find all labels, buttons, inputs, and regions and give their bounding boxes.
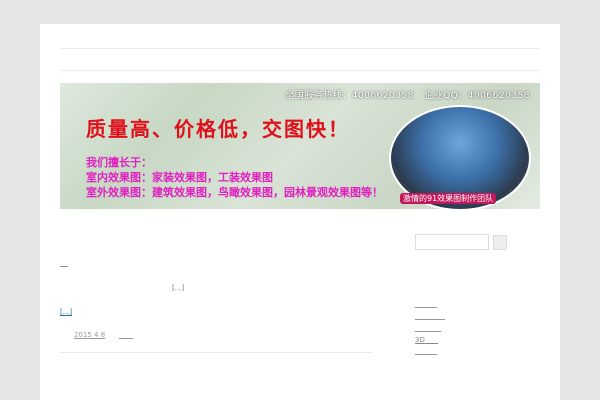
services: 我们擅长于： 室内效果图：家装效果图，工装效果图 室外效果图：建筑效果图，鸟瞰效果图…	[86, 156, 383, 199]
post-divider	[60, 352, 372, 353]
post-date[interactable]: 2015 4 8	[74, 331, 105, 339]
header-banner[interactable]: 全国服务热线：4006620358 企业QQ：4006620358 质量高、价格…	[60, 83, 540, 209]
excerpt-more: [...]	[172, 284, 185, 292]
slogan: 质量高、价格低，交图快！	[86, 117, 350, 141]
divider	[60, 70, 540, 71]
sidebar-link[interactable]	[415, 319, 445, 320]
hotline: 全国服务热线：4006620358 企业QQ：4006620358	[285, 91, 530, 101]
sidebar-link[interactable]	[415, 354, 437, 355]
post-title-link[interactable]	[60, 266, 68, 267]
read-more-link[interactable]: [...]	[60, 308, 72, 316]
search-input[interactable]	[415, 234, 489, 250]
team-caption: 激情的91效果图制作团队	[400, 193, 497, 204]
post-author-link[interactable]	[119, 338, 133, 339]
sidebar-link-3d[interactable]: 3D	[415, 336, 438, 344]
sidebar-link[interactable]	[415, 307, 437, 308]
search-button[interactable]	[493, 235, 507, 250]
page: 全国服务热线：4006620358 企业QQ：4006620358 质量高、价格…	[40, 24, 560, 400]
sidebar-link[interactable]	[415, 331, 441, 332]
divider	[60, 48, 540, 49]
